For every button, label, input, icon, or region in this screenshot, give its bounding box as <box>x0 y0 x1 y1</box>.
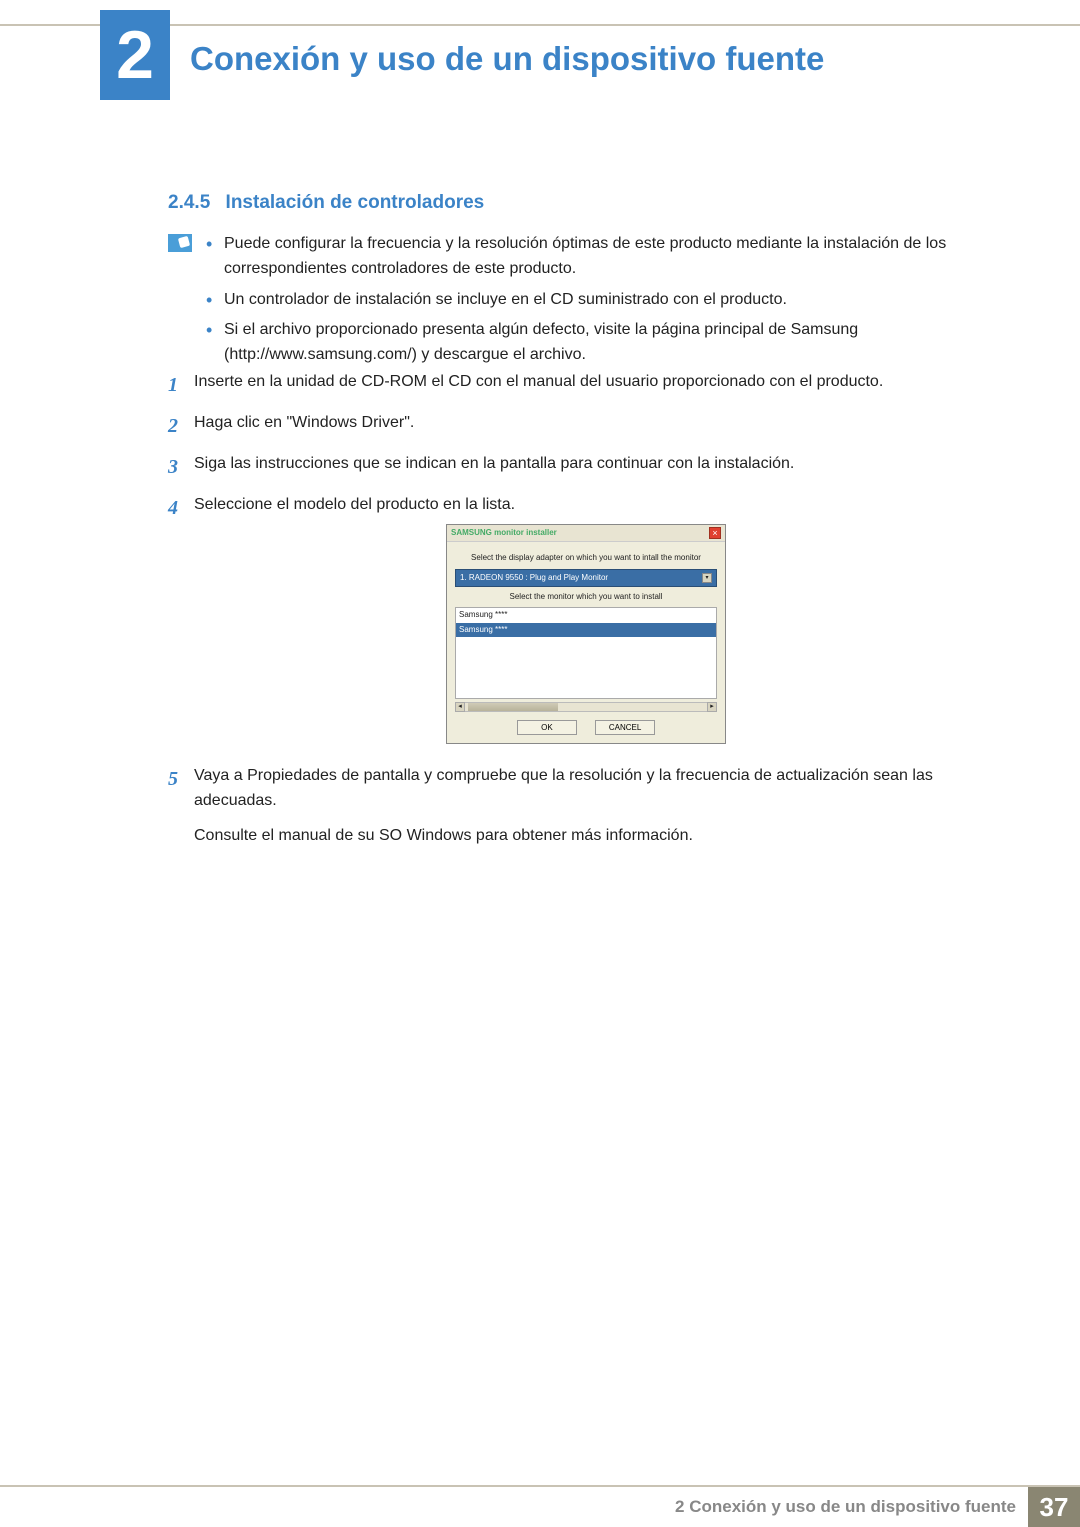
info-list: Puede configurar la frecuencia y la reso… <box>206 232 978 374</box>
dialog-adapter-label: Select the display adapter on which you … <box>455 552 717 564</box>
close-icon[interactable]: × <box>709 527 721 539</box>
adapter-dropdown[interactable]: 1. RADEON 9550 : Plug and Play Monitor ▾ <box>455 569 717 587</box>
step-row: 2 Haga clic en "Windows Driver". <box>168 411 978 442</box>
section-title: Instalación de controladores <box>226 192 485 213</box>
info-bullet: Si el archivo proporcionado presenta alg… <box>206 318 978 368</box>
info-bullet: Un controlador de instalación se incluye… <box>206 288 978 313</box>
chapter-title: Conexión y uso de un dispositivo fuente <box>190 40 824 78</box>
ok-button[interactable]: OK <box>517 720 577 735</box>
list-item[interactable]: Samsung **** <box>456 623 716 637</box>
installer-dialog: SAMSUNG monitor installer × Select the d… <box>446 524 726 745</box>
dialog-titlebar: SAMSUNG monitor installer × <box>447 525 725 542</box>
chevron-down-icon: ▾ <box>702 573 712 583</box>
list-item[interactable]: Samsung **** <box>456 608 716 622</box>
step-text: Haga clic en "Windows Driver". <box>194 411 978 442</box>
step-number: 2 <box>168 411 194 442</box>
info-box: Puede configurar la frecuencia y la reso… <box>168 232 978 374</box>
section-heading: 2.4.5 Instalación de controladores <box>168 192 484 214</box>
page-footer: 2 Conexión y uso de un dispositivo fuent… <box>0 1485 1080 1527</box>
scroll-right-icon[interactable]: ▸ <box>707 702 717 712</box>
step-row: 3 Siga las instrucciones que se indican … <box>168 452 978 483</box>
cancel-button[interactable]: CANCEL <box>595 720 655 735</box>
step-text: Inserte en la unidad de CD-ROM el CD con… <box>194 370 978 401</box>
info-bullet: Puede configurar la frecuencia y la reso… <box>206 232 978 282</box>
step-row: 5 Vaya a Propiedades de pantalla y compr… <box>168 764 978 848</box>
step-number: 1 <box>168 370 194 401</box>
step-text: Siga las instrucciones que se indican en… <box>194 452 978 483</box>
monitor-listbox[interactable]: Samsung **** Samsung **** <box>455 607 717 699</box>
chapter-number-block: 2 <box>100 10 170 100</box>
steps: 1 Inserte en la unidad de CD-ROM el CD c… <box>168 370 978 859</box>
section-number: 2.4.5 <box>168 192 210 213</box>
step-number: 4 <box>168 493 194 754</box>
step-text: Seleccione el modelo del producto en la … <box>194 493 978 518</box>
dialog-title: SAMSUNG monitor installer <box>451 527 557 539</box>
footer-chapter-title: 2 Conexión y uso de un dispositivo fuent… <box>675 1497 1016 1517</box>
scroll-left-icon[interactable]: ◂ <box>455 702 465 712</box>
scroll-thumb[interactable] <box>468 703 558 711</box>
step-row: 1 Inserte en la unidad de CD-ROM el CD c… <box>168 370 978 401</box>
adapter-selected: 1. RADEON 9550 : Plug and Play Monitor <box>460 572 608 584</box>
step-text: Vaya a Propiedades de pantalla y comprue… <box>194 764 978 814</box>
step-number: 5 <box>168 764 194 848</box>
chapter-number: 2 <box>116 21 154 89</box>
horizontal-scrollbar[interactable]: ◂ ▸ <box>455 702 717 712</box>
step-number: 3 <box>168 452 194 483</box>
note-icon <box>168 234 192 252</box>
step-extra-text: Consulte el manual de su SO Windows para… <box>194 824 978 849</box>
page-number: 37 <box>1028 1487 1080 1527</box>
step-row: 4 Seleccione el modelo del producto en l… <box>168 493 978 754</box>
dialog-monitor-label: Select the monitor which you want to ins… <box>455 591 717 603</box>
